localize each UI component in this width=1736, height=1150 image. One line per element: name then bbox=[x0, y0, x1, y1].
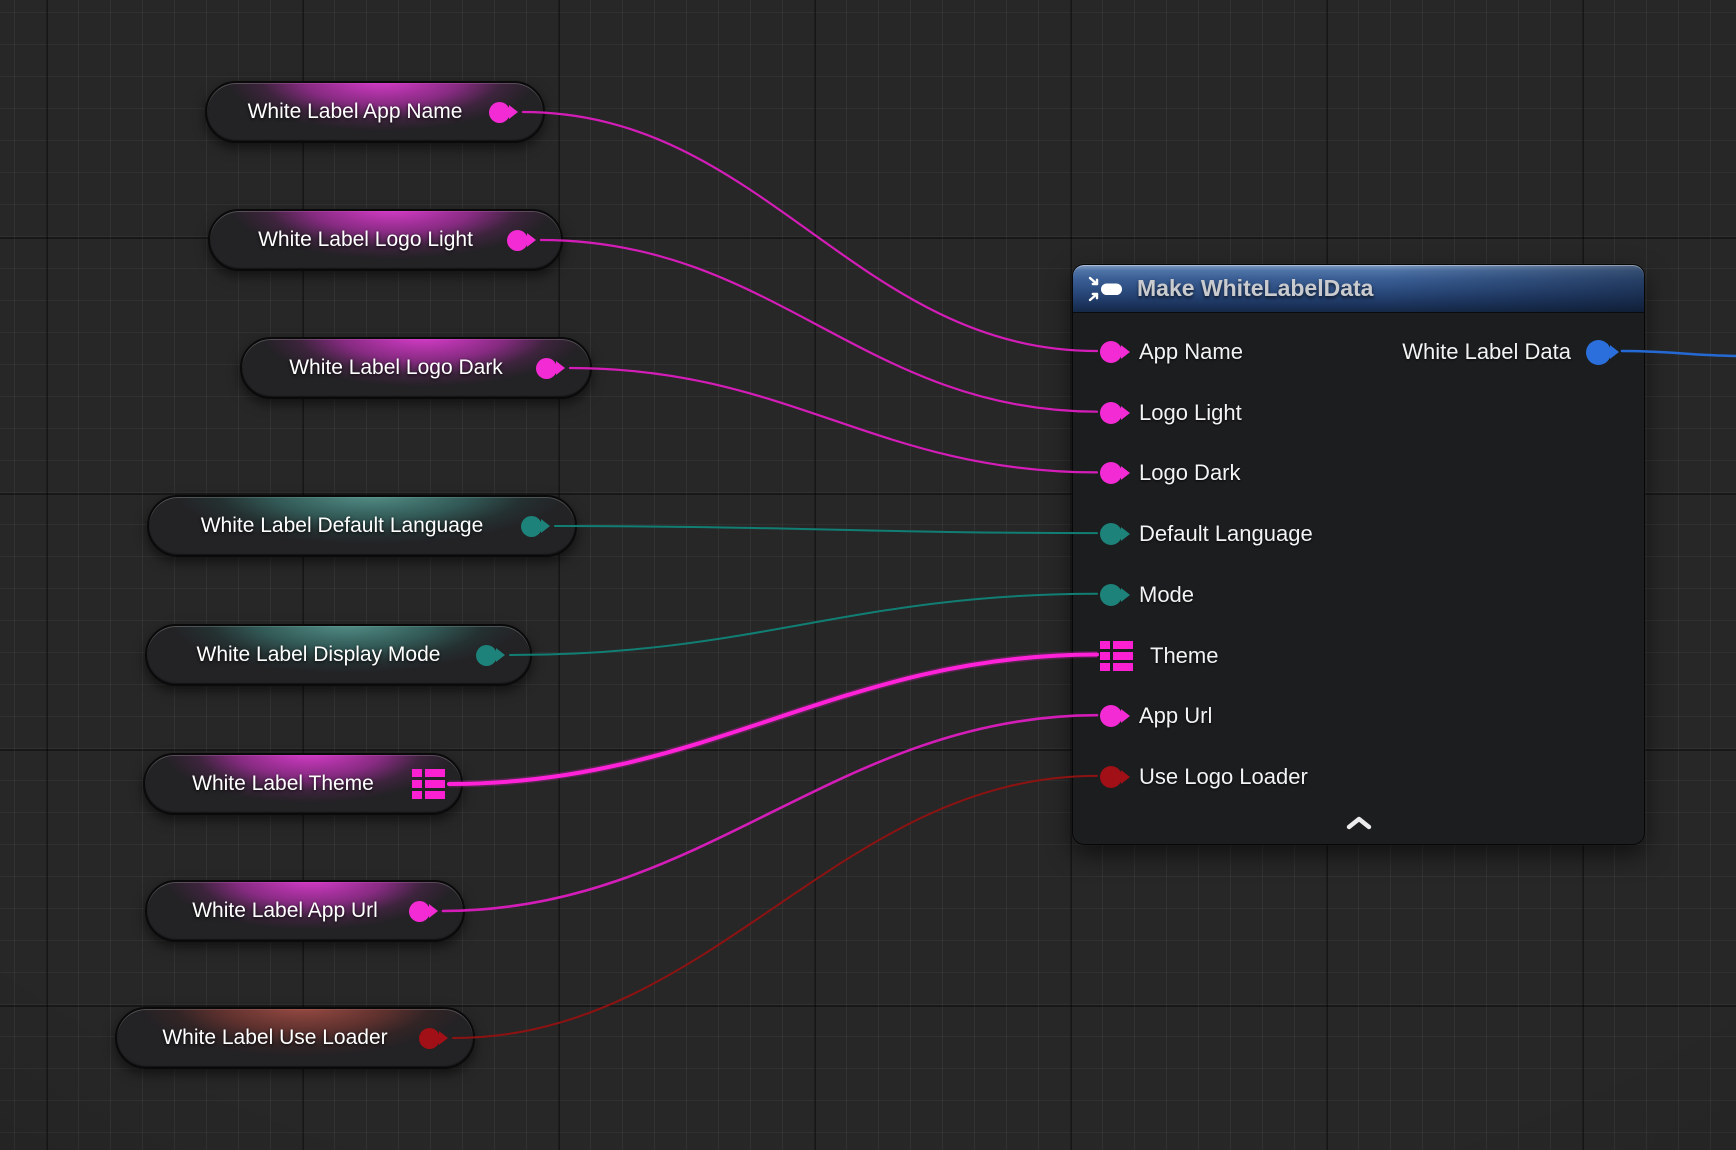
wire-white-label-logo-dark[interactable] bbox=[570, 368, 1097, 472]
variable-node-white-label-app-name[interactable]: White Label App Name bbox=[205, 81, 545, 143]
struct-grid-pin-icon[interactable] bbox=[412, 769, 445, 799]
input-pin-label: Default Language bbox=[1139, 521, 1313, 547]
variable-node-white-label-default-language[interactable]: White Label Default Language bbox=[147, 495, 577, 557]
string-output-pin[interactable] bbox=[507, 230, 528, 251]
variable-node-label: White Label Theme bbox=[192, 772, 374, 796]
input-row-logo-dark: Logo Dark bbox=[1100, 458, 1241, 488]
input-pin-label: Logo Light bbox=[1139, 400, 1242, 426]
variable-node-label: White Label Default Language bbox=[201, 514, 484, 538]
string-output-pin[interactable] bbox=[409, 901, 430, 922]
variable-node-label: White Label Logo Dark bbox=[289, 356, 503, 380]
chevron-up-icon bbox=[1346, 816, 1372, 830]
struct-grid-pin-icon[interactable] bbox=[1100, 641, 1133, 671]
variable-node-white-label-theme[interactable]: White Label Theme bbox=[143, 753, 463, 815]
input-row-theme: Theme bbox=[1100, 641, 1218, 671]
variable-node-white-label-app-url[interactable]: White Label App Url bbox=[145, 880, 465, 942]
variable-node-label: White Label App Name bbox=[248, 100, 463, 124]
output-row: White Label Data bbox=[1402, 337, 1611, 367]
input-pin-label: Mode bbox=[1139, 582, 1194, 608]
input-pin-label: Logo Dark bbox=[1139, 460, 1241, 486]
bool-output-pin[interactable] bbox=[419, 1028, 440, 1049]
blueprint-graph-canvas[interactable]: Make WhiteLabelData App Name Logo Light Lo… bbox=[0, 0, 1736, 1150]
string-input-pin[interactable] bbox=[1100, 462, 1122, 484]
input-row-use-logo-loader: Use Logo Loader bbox=[1100, 762, 1308, 792]
input-pin-label: App Url bbox=[1139, 703, 1212, 729]
string-output-pin[interactable] bbox=[536, 358, 557, 379]
make-node-header[interactable]: Make WhiteLabelData bbox=[1073, 265, 1644, 312]
input-row-mode: Mode bbox=[1100, 580, 1194, 610]
enum-output-pin[interactable] bbox=[476, 645, 497, 666]
wire-white-label-use-loader[interactable] bbox=[453, 776, 1097, 1038]
input-row-app-name: App Name bbox=[1100, 337, 1243, 367]
variable-node-label: White Label Use Loader bbox=[162, 1026, 387, 1050]
input-row-app-url: App Url bbox=[1100, 701, 1212, 731]
variable-node-white-label-use-loader[interactable]: White Label Use Loader bbox=[115, 1007, 475, 1069]
variable-node-white-label-display-mode[interactable]: White Label Display Mode bbox=[145, 624, 532, 686]
enum-input-pin[interactable] bbox=[1100, 523, 1122, 545]
input-pin-label: Theme bbox=[1150, 643, 1218, 669]
variable-node-label: White Label Logo Light bbox=[258, 228, 473, 252]
string-input-pin[interactable] bbox=[1100, 705, 1122, 727]
wire-white-label-default-language[interactable] bbox=[555, 526, 1097, 533]
enum-input-pin[interactable] bbox=[1100, 584, 1122, 606]
make-node-title: Make WhiteLabelData bbox=[1137, 275, 1373, 302]
enum-output-pin[interactable] bbox=[521, 516, 542, 537]
wire-white-label-theme-glow bbox=[449, 655, 1097, 785]
wire-white-label-app-name[interactable] bbox=[523, 112, 1097, 351]
variable-node-label: White Label App Url bbox=[192, 899, 378, 923]
variable-node-white-label-logo-dark[interactable]: White Label Logo Dark bbox=[240, 337, 592, 399]
wire-white-label-logo-light[interactable] bbox=[541, 240, 1097, 412]
make-struct-icon bbox=[1087, 275, 1125, 303]
input-row-logo-light: Logo Light bbox=[1100, 398, 1242, 428]
input-row-default-language: Default Language bbox=[1100, 519, 1313, 549]
wire-white-label-app-url[interactable] bbox=[443, 715, 1097, 911]
input-pin-label: Use Logo Loader bbox=[1139, 764, 1308, 790]
white-label-data-output-pin[interactable] bbox=[1586, 340, 1611, 365]
string-output-pin[interactable] bbox=[489, 102, 510, 123]
bool-input-pin[interactable] bbox=[1100, 766, 1122, 788]
output-pin-label: White Label Data bbox=[1402, 339, 1571, 365]
variable-node-white-label-logo-light[interactable]: White Label Logo Light bbox=[208, 209, 563, 271]
input-pin-label: App Name bbox=[1139, 339, 1243, 365]
string-input-pin[interactable] bbox=[1100, 341, 1122, 363]
wire-white-label-theme[interactable] bbox=[449, 655, 1097, 785]
collapse-node-button[interactable] bbox=[1342, 814, 1376, 832]
variable-node-label: White Label Display Mode bbox=[197, 643, 441, 667]
wire-white-label-display-mode[interactable] bbox=[510, 594, 1097, 655]
make-whitelabeldata-node[interactable]: Make WhiteLabelData App Name Logo Light Lo… bbox=[1072, 264, 1645, 845]
string-input-pin[interactable] bbox=[1100, 402, 1122, 424]
